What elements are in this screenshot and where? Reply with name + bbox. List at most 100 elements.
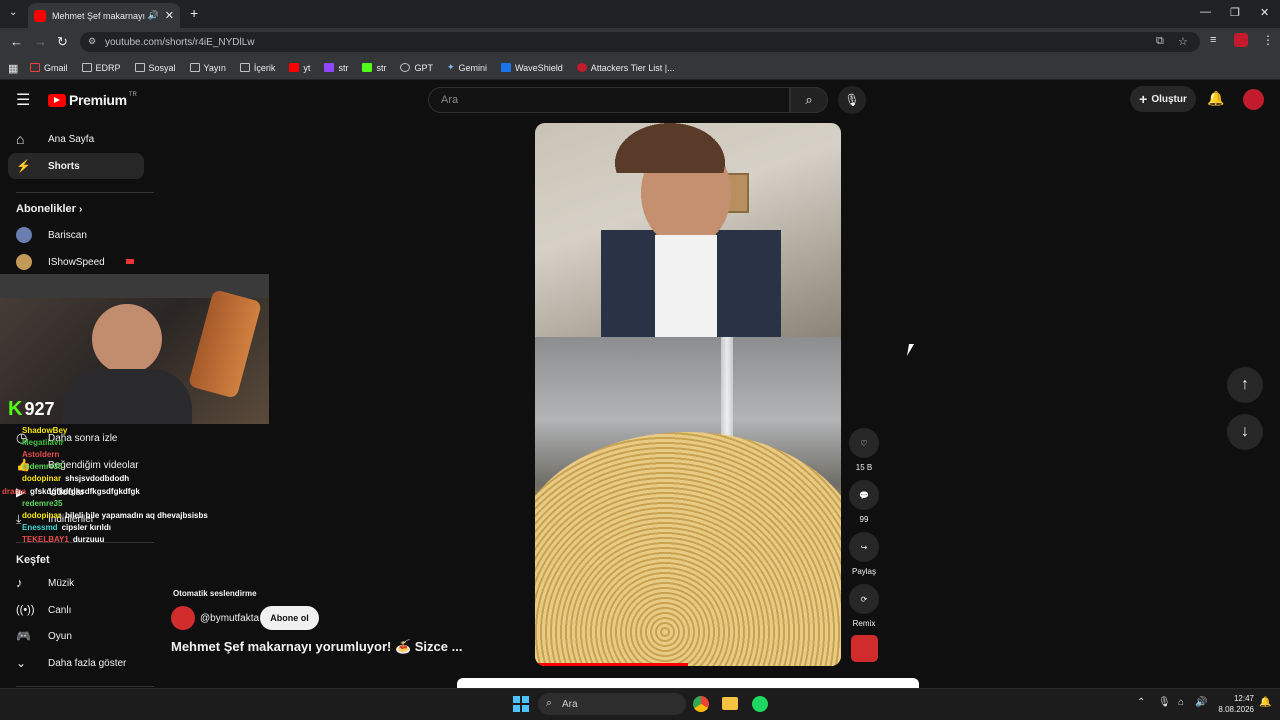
create-button[interactable]: + Oluştur [1130, 86, 1196, 112]
next-short-button[interactable]: ↓ [1227, 414, 1263, 450]
bookmark-yt[interactable]: yt [289, 63, 310, 73]
taskbar-search[interactable]: ⌕ Ara [538, 693, 686, 715]
short-title[interactable]: Mehmet Şef makarnayı yorumluyor! 🍝 Sizce… [171, 639, 462, 655]
subscribe-button[interactable]: Abone ol [260, 606, 319, 630]
bookmark-gemini[interactable]: ✦ Gemini [447, 62, 487, 73]
sidebar-item-gaming[interactable]: 🎮 Oyun [8, 623, 144, 649]
sidebar-sub-bariscan[interactable]: Bariscan [8, 222, 144, 248]
bookmark-str-twitch[interactable]: str [324, 63, 348, 73]
more-menu-icon[interactable]: ⋮ [1262, 33, 1274, 47]
avatar[interactable] [1243, 89, 1264, 110]
bookmark-yayin[interactable]: Yayın [189, 63, 226, 73]
tray-mic-icon[interactable]: 🎙 [1158, 697, 1171, 708]
network-icon[interactable]: ⌂ [1178, 697, 1184, 708]
short-video-player[interactable] [535, 123, 841, 666]
arrow-down-icon: ↓ [1241, 423, 1249, 440]
volume-icon[interactable]: 🔊 [1195, 697, 1207, 708]
site-info-icon[interactable]: ⚙ [88, 36, 96, 47]
youtube-favicon-icon [34, 9, 46, 22]
reading-list-icon[interactable]: ≡ [1210, 34, 1216, 46]
youtube-icon [289, 63, 300, 72]
spotify-icon[interactable] [752, 696, 768, 712]
cast-icon[interactable]: ⧉ [1156, 35, 1164, 48]
sidebar-divider [16, 686, 154, 687]
sidebar-item-home[interactable]: ⌂ Ana Sayfa [8, 126, 144, 152]
chef-shirt-image [655, 235, 717, 337]
minimize-icon[interactable]: — [1200, 6, 1211, 18]
sidebar-item-live[interactable]: ((•)) Canlı [8, 597, 144, 623]
like-button[interactable]: ♡ 15 B [849, 428, 879, 472]
tray-chevron-icon[interactable]: ⌃ [1137, 697, 1145, 708]
gemini-icon: ✦ [446, 62, 455, 72]
file-explorer-icon[interactable] [722, 697, 738, 710]
clock[interactable]: 12:47 8.08.2026 [1214, 693, 1254, 715]
chat-message: dodopinar bileli bile yapamadın aq dhevaj… [22, 511, 208, 520]
folder-icon [134, 63, 145, 72]
back-icon[interactable]: ← [10, 34, 23, 49]
channel-avatar[interactable] [171, 606, 195, 630]
search-input[interactable]: Ara [428, 87, 790, 113]
search-button[interactable]: ⌕ [790, 87, 828, 113]
sidebar-show-more[interactable]: ⌄ Daha fazla göster [8, 650, 144, 676]
browser-tabstrip: ⌄ Mehmet Şef makarnayı yor 🔊 ✕ + — ❐ ✕ [0, 0, 1280, 28]
folder-icon [239, 63, 250, 72]
kick-logo-icon: K [8, 398, 23, 420]
bookmark-gmail[interactable]: Gmail [30, 63, 68, 73]
chat-username: dodopinar [22, 474, 62, 483]
chat-text: cipsler kırıldı [61, 523, 111, 532]
chat-username: TEKELBAY1 [22, 535, 69, 544]
sidebar-item-music[interactable]: ♪ Müzik [8, 570, 144, 596]
sidebar-sub-ishowspeed[interactable]: IShowSpeed [8, 249, 144, 275]
address-bar[interactable]: ⚙ youtube.com/shorts/r4iE_NYDlLw ⧉ ☆ [80, 32, 1200, 52]
bookmark-waveshield[interactable]: WaveShield [501, 63, 563, 73]
new-tab-icon[interactable]: + [190, 5, 198, 21]
bookmark-sosyal[interactable]: Sosyal [134, 63, 176, 73]
tab-list-icon[interactable]: ⌄ [9, 7, 17, 18]
reload-icon[interactable]: ↻ [57, 34, 68, 50]
close-tab-icon[interactable]: ✕ [165, 9, 174, 22]
profile-extension-icon[interactable] [1234, 33, 1248, 47]
youtube-premium-logo[interactable]: Premium TR [48, 92, 137, 108]
tab-active[interactable]: Mehmet Şef makarnayı yor 🔊 ✕ [28, 3, 180, 28]
next-short-peek [457, 678, 919, 688]
bookmark-star-icon[interactable]: ☆ [1178, 35, 1188, 48]
subscriptions-header[interactable]: Abonelikler › [16, 203, 82, 215]
share-button[interactable]: ↪ Paylaş [849, 532, 879, 576]
music-note-icon: ♪ [16, 575, 23, 590]
streamer-face-image [92, 304, 162, 374]
speaker-icon[interactable]: 🔊 [148, 10, 159, 21]
apps-grid-icon[interactable]: ▦ [8, 62, 18, 75]
bookmark-gpt[interactable]: GPT [400, 63, 433, 73]
sound-thumbnail[interactable] [851, 635, 878, 662]
comments-button[interactable]: 💬 99 [849, 480, 879, 524]
sidebar-item-shorts[interactable]: ⚡ Shorts [8, 153, 144, 179]
plus-icon: + [1139, 91, 1148, 107]
bookmark-edrp[interactable]: EDRP [81, 63, 121, 73]
progress-bar[interactable] [535, 663, 688, 666]
guitar-image [187, 289, 263, 399]
chrome-icon[interactable] [693, 696, 709, 712]
url-text: youtube.com/shorts/r4iE_NYDlLw [105, 36, 255, 48]
previous-short-button[interactable]: ↑ [1227, 367, 1263, 403]
microphone-icon: 🎙 [844, 93, 860, 107]
windows-start-icon[interactable] [513, 696, 529, 712]
remix-button[interactable]: ⟳ Remix [849, 584, 879, 628]
voice-search-button[interactable]: 🎙 [838, 86, 866, 114]
forward-icon[interactable]: → [34, 34, 47, 49]
close-window-icon[interactable]: ✕ [1260, 6, 1269, 19]
bookmark-attackers[interactable]: Attackers Tier List |... [576, 63, 675, 73]
channel-name[interactable]: @bymutfakta [200, 613, 259, 624]
bookmark-str-kick[interactable]: str [362, 63, 386, 73]
chat-message: TEKELBAY1 durzuuu [22, 535, 104, 544]
bookmark-icerik[interactable]: İçerik [239, 63, 275, 73]
chat-message: dodopinar shsjsvdodbdodh [22, 474, 129, 483]
chevron-down-icon: ⌄ [16, 656, 27, 670]
restore-icon[interactable]: ❐ [1230, 6, 1240, 19]
chat-text: bileli bile yapamadın aq dhevajbsisbs [65, 511, 208, 520]
kick-icon [362, 63, 373, 72]
notifications-bell-icon[interactable]: 🔔 [1207, 90, 1224, 107]
notification-center-icon[interactable]: 🔔 [1259, 697, 1271, 708]
chat-username: drama [2, 487, 27, 496]
live-indicator-icon [126, 259, 134, 264]
hamburger-menu-icon[interactable]: ☰ [16, 90, 30, 110]
